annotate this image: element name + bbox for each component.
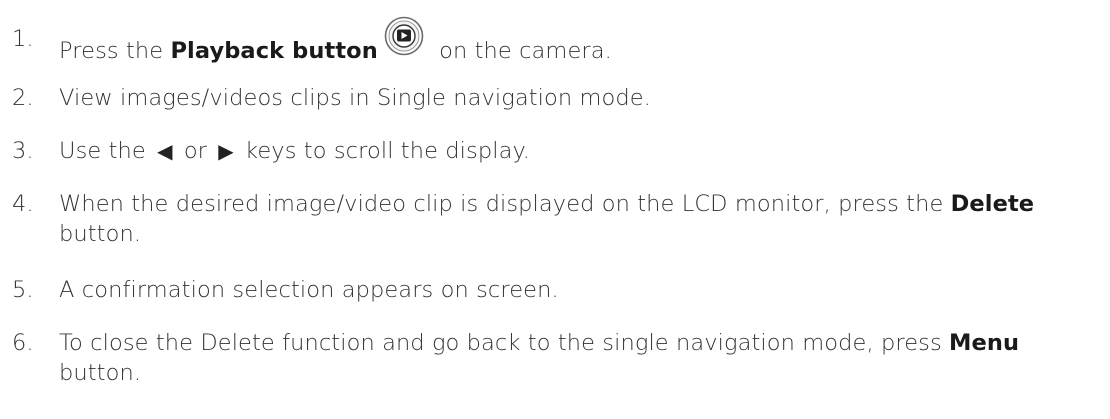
step-text: Use the ◀ or ▶ keys to scroll the displa… (59, 138, 530, 164)
step-text: To close the Delete function and go back… (59, 330, 1020, 386)
step-number: 5. (12, 277, 34, 303)
step-4: 4. When the desired image/video clip is … (12, 189, 1102, 249)
right-arrow-icon: ▶ (218, 139, 234, 163)
step-number: 2. (12, 85, 34, 111)
delete-button-label: Delete (950, 191, 1035, 217)
step-number: 6. (12, 330, 34, 356)
playback-icon (384, 16, 424, 64)
playback-button-label: Playback button (170, 38, 378, 64)
step-text: A confirmation selection appears on scre… (59, 277, 559, 303)
left-arrow-icon: ◀ (157, 139, 173, 163)
step-number: 1. (12, 26, 34, 52)
step-number: 3. (12, 138, 34, 164)
step-number: 4. (12, 191, 34, 217)
step-text: View images/videos clips in Single navig… (59, 85, 651, 111)
step-6: 6. To close the Delete function and go b… (12, 328, 1102, 388)
step-text: When the desired image/video clip is dis… (59, 191, 1035, 247)
step-1: 1. Press the Playback button on the came… (12, 16, 1102, 66)
step-5: 5. A confirmation selection appears on s… (12, 275, 1102, 305)
menu-button-label: Menu (949, 330, 1020, 356)
step-text: Press the Playback button on the camera. (59, 16, 1102, 66)
step-2: 2. View images/videos clips in Single na… (12, 83, 1102, 113)
step-3: 3. Use the ◀ or ▶ keys to scroll the dis… (12, 136, 1102, 166)
